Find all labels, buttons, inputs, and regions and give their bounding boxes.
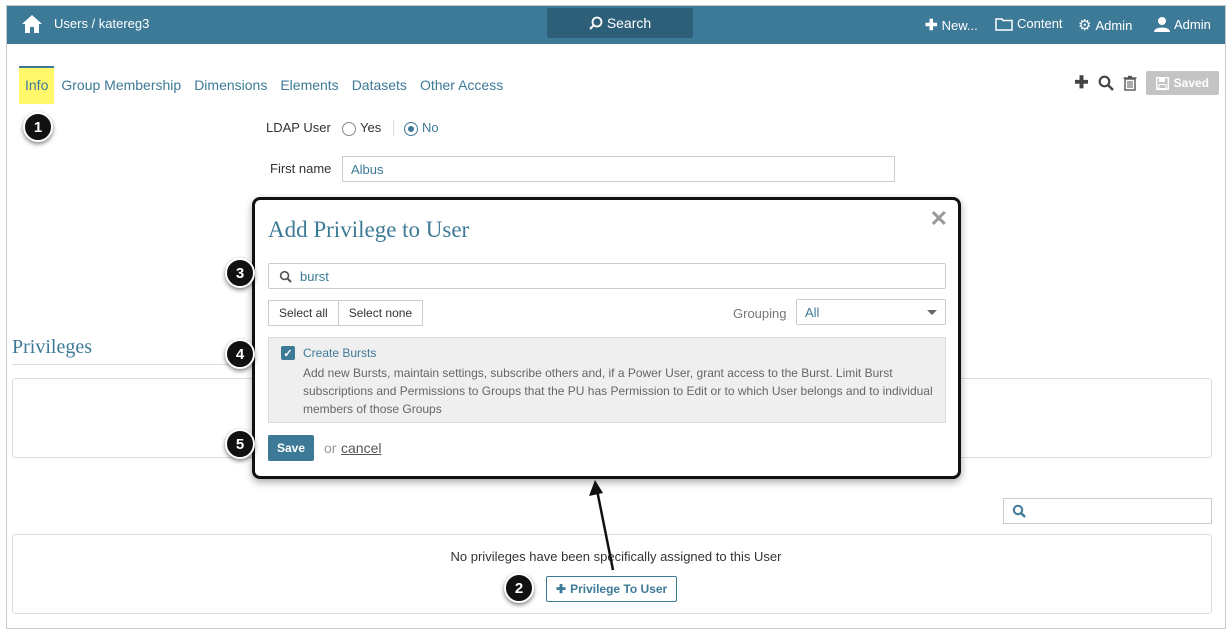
grouping-select[interactable]: All [796, 299, 946, 325]
user-icon [1154, 17, 1170, 32]
or-text: or [324, 440, 337, 456]
user-menu[interactable]: Admin [1154, 16, 1211, 32]
top-bar: Users / katereg3 Search ✚ New... Content… [7, 6, 1225, 44]
admin-label: Admin [1095, 17, 1133, 33]
tab-other-access[interactable]: Other Access [414, 66, 509, 104]
search-icon[interactable] [1098, 75, 1114, 91]
add-privilege-label: Privilege To User [570, 582, 668, 596]
privilege-list-item[interactable]: ✓ Create Bursts Add new Bursts, maintain… [268, 337, 946, 423]
ldap-yes-option[interactable]: Yes [342, 120, 381, 136]
select-none-button[interactable]: Select none [338, 300, 424, 326]
callout-5: 5 [225, 429, 255, 459]
privilege-desc-line: subscriptions and Permissions to Groups … [303, 384, 933, 398]
first-name-label: First name [270, 161, 332, 176]
add-privilege-button[interactable]: ✚ Privilege To User [546, 576, 678, 602]
trash-icon[interactable] [1123, 75, 1137, 91]
tab-group-membership[interactable]: Group Membership [55, 66, 187, 104]
cancel-link[interactable]: cancel [341, 440, 381, 456]
ldap-yes-label: Yes [360, 120, 382, 135]
search-label: Search [606, 15, 652, 31]
ldap-no-radio[interactable] [404, 121, 418, 136]
privilege-desc-line: members of those Groups [303, 402, 442, 416]
select-all-button[interactable]: Select all [268, 300, 339, 326]
admin-menu[interactable]: ⚙ Admin [1078, 16, 1132, 34]
privilege-name: Create Bursts [303, 346, 377, 360]
gear-icon: ⚙ [1078, 17, 1092, 34]
chevron-down-icon [927, 309, 937, 315]
tab-bar: Info Group Membership Dimensions Element… [19, 66, 510, 106]
privilege-description: Add new Bursts, maintain settings, subsc… [303, 364, 933, 418]
ldap-user-label: LDAP User [266, 120, 331, 135]
breadcrumb[interactable]: Users / katereg3 [54, 16, 149, 31]
privilege-desc-line: Add new Bursts, maintain settings, subsc… [303, 366, 893, 380]
privilege-search-input[interactable] [1003, 498, 1212, 524]
tab-elements[interactable]: Elements [274, 66, 344, 104]
selection-buttons: Select all Select none [268, 300, 424, 326]
new-label: New... [941, 17, 978, 33]
privileges-title: Privileges [12, 336, 92, 358]
user-label: Admin [1174, 16, 1211, 32]
callout-4: 4 [225, 339, 255, 369]
floppy-icon [1155, 76, 1169, 90]
section-divider [12, 364, 252, 365]
plus-icon: ✚ [556, 582, 567, 596]
ldap-yes-radio[interactable] [342, 121, 356, 136]
callout-3: 3 [225, 258, 255, 288]
saved-label: Saved [1173, 76, 1209, 90]
content-menu[interactable]: Content [995, 16, 1063, 31]
close-icon[interactable]: ✕ [930, 206, 948, 232]
toolbar: ✚ Saved [1074, 70, 1219, 96]
privilege-checkbox[interactable]: ✓ [281, 346, 295, 360]
grouping-value: All [805, 304, 820, 320]
app-frame: Users / katereg3 Search ✚ New... Content… [6, 5, 1226, 629]
modal-title: Add Privilege to User [268, 217, 470, 242]
tab-dimensions[interactable]: Dimensions [188, 66, 273, 104]
radio-divider [393, 120, 394, 136]
tab-info[interactable]: Info [19, 66, 55, 104]
add-privilege-modal: Add Privilege to User ✕ burst Select all… [252, 197, 961, 479]
ldap-no-option[interactable]: No [404, 120, 439, 136]
modal-search-input[interactable]: burst [268, 263, 946, 289]
pointer-arrow [589, 480, 615, 571]
callout-1: 1 [23, 112, 53, 142]
global-search-button[interactable]: Search [547, 8, 693, 38]
grouping-label: Grouping [733, 306, 787, 321]
search-icon [1012, 504, 1026, 518]
search-icon [589, 16, 603, 30]
ldap-no-label: No [422, 120, 439, 135]
modal-search-value: burst [300, 268, 329, 284]
tab-datasets[interactable]: Datasets [346, 66, 413, 104]
saved-button[interactable]: Saved [1145, 71, 1219, 95]
content-label: Content [1017, 16, 1063, 31]
search-icon [279, 270, 292, 283]
save-button[interactable]: Save [268, 435, 315, 461]
new-menu[interactable]: ✚ New... [925, 16, 978, 34]
plus-icon: ✚ [925, 17, 938, 34]
callout-2: 2 [504, 573, 534, 603]
folder-icon [995, 17, 1013, 31]
home-icon[interactable] [21, 14, 43, 34]
first-name-field[interactable]: Albus [342, 156, 895, 182]
add-icon[interactable]: ✚ [1074, 73, 1088, 93]
